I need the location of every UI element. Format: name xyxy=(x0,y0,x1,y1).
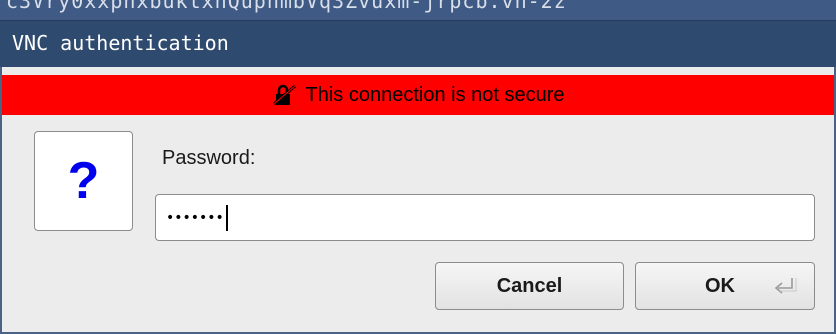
insecure-lock-icon xyxy=(273,84,297,106)
question-icon: ? xyxy=(34,131,133,231)
security-warning-bar: This connection is not secure xyxy=(2,75,834,115)
window-title: VNC authentication xyxy=(12,31,229,55)
question-mark-glyph: ? xyxy=(67,152,100,210)
password-label: Password: xyxy=(162,147,256,169)
background-window-text: c3Vr​y0xxphxbuktxnQupnmbVq3Zvuxm-jrpcb.v… xyxy=(6,0,567,13)
cancel-button[interactable]: Cancel xyxy=(435,262,624,310)
ok-button-label: OK xyxy=(705,274,735,297)
vnc-auth-dialog: This connection is not secure ? Password… xyxy=(0,67,836,334)
screen: c3Vr​y0xxphxbuktxnQupnmbVq3Zvuxm-jrpcb.v… xyxy=(0,0,836,334)
password-input[interactable]: ••••••• xyxy=(155,194,815,241)
ok-button[interactable]: OK xyxy=(635,262,815,310)
window-titlebar[interactable]: VNC authentication xyxy=(0,20,836,67)
enter-key-icon xyxy=(774,278,797,294)
text-cursor xyxy=(225,204,228,231)
security-warning-text: This connection is not secure xyxy=(305,83,565,106)
cancel-button-label: Cancel xyxy=(496,274,563,297)
background-window: c3Vr​y0xxphxbuktxnQupnmbVq3Zvuxm-jrpcb.v… xyxy=(0,0,836,20)
password-masked-value: ••••••• xyxy=(166,209,224,226)
